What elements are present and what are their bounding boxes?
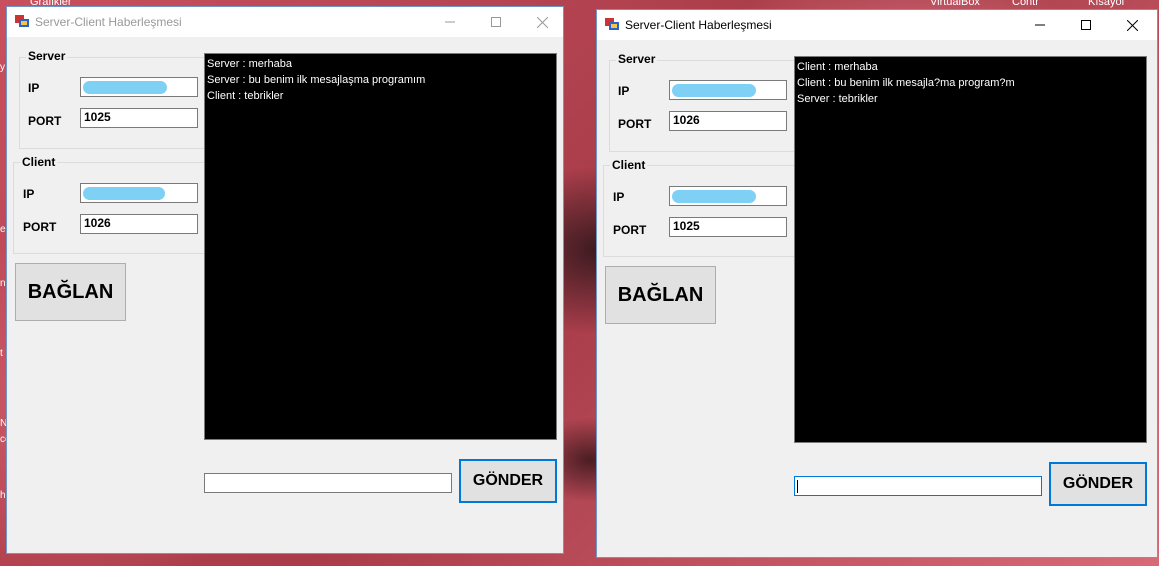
- redaction-mark: [83, 81, 167, 94]
- desktop-icon-label[interactable]: Contr: [1012, 0, 1039, 8]
- redaction-mark: [672, 190, 756, 203]
- client-ip-input[interactable]: [669, 186, 787, 206]
- log-line: Server : merhaba: [207, 58, 292, 70]
- message-log[interactable]: Server : merhaba Server : bu benim ilk m…: [204, 53, 557, 440]
- client-ip-input[interactable]: [80, 183, 198, 203]
- server-group-title: Server: [26, 49, 68, 63]
- message-log[interactable]: Client : merhaba Client : bu benim ilk m…: [794, 56, 1147, 443]
- server-client-window-1: Server-Client Haberleşmesi Server IP POR…: [6, 6, 564, 554]
- client-groupbox: [603, 165, 795, 257]
- desktop-icon-label: h: [0, 490, 6, 501]
- minimize-icon: [1035, 24, 1045, 26]
- title-bar[interactable]: Server-Client Haberleşmesi: [597, 10, 1157, 40]
- client-group-title: Client: [20, 155, 58, 169]
- desktop-icon-label: e: [0, 224, 6, 235]
- close-icon: [536, 16, 548, 28]
- close-button[interactable]: [1109, 10, 1155, 40]
- server-ip-label: IP: [618, 84, 630, 98]
- desktop-icon-label: n: [0, 278, 6, 289]
- maximize-button[interactable]: [473, 7, 519, 37]
- connect-button[interactable]: BAĞLAN: [605, 266, 716, 324]
- server-ip-label: IP: [28, 81, 40, 95]
- desktop-icon-label: t: [0, 348, 3, 359]
- window-title: Server-Client Haberleşmesi: [625, 18, 772, 32]
- server-port-label: PORT: [618, 117, 652, 131]
- client-group-title: Client: [610, 158, 648, 172]
- connect-button[interactable]: BAĞLAN: [15, 263, 126, 321]
- server-groupbox: [19, 57, 207, 149]
- server-ip-input[interactable]: [80, 77, 198, 97]
- send-button[interactable]: GÖNDER: [1049, 462, 1147, 506]
- client-port-input[interactable]: 1025: [669, 217, 787, 237]
- client-port-label: PORT: [613, 223, 647, 237]
- client-ip-label: IP: [613, 190, 625, 204]
- title-bar[interactable]: Server-Client Haberleşmesi: [7, 7, 563, 37]
- log-line: Client : merhaba: [797, 61, 878, 73]
- send-button[interactable]: GÖNDER: [459, 459, 557, 503]
- server-groupbox: [609, 60, 795, 152]
- close-icon: [1126, 19, 1138, 31]
- minimize-button[interactable]: [1017, 10, 1063, 40]
- maximize-icon: [491, 17, 501, 27]
- server-port-input[interactable]: 1025: [80, 108, 198, 128]
- minimize-button[interactable]: [427, 7, 473, 37]
- app-icon: [15, 15, 29, 27]
- desktop-icon-label: y: [0, 62, 5, 73]
- close-button[interactable]: [519, 7, 565, 37]
- server-client-window-2: Server-Client Haberleşmesi Server IP POR…: [596, 9, 1158, 558]
- window-title: Server-Client Haberleşmesi: [35, 15, 182, 29]
- server-group-title: Server: [616, 52, 658, 66]
- minimize-icon: [445, 21, 455, 23]
- log-line: Client : tebrikler: [207, 90, 284, 102]
- desktop-icon-label[interactable]: Kısayol: [1088, 0, 1124, 8]
- app-icon: [605, 18, 619, 30]
- client-port-label: PORT: [23, 220, 57, 234]
- server-ip-input[interactable]: [669, 80, 787, 100]
- desktop-icon-label[interactable]: VirtualBox: [930, 0, 980, 8]
- text-caret: [797, 480, 798, 493]
- message-input[interactable]: [794, 476, 1042, 496]
- maximize-button[interactable]: [1063, 10, 1109, 40]
- server-port-input[interactable]: 1026: [669, 111, 787, 131]
- client-groupbox: [13, 162, 207, 254]
- message-input[interactable]: [204, 473, 452, 493]
- log-line: Server : bu benim ilk mesajlaşma program…: [207, 74, 426, 86]
- client-ip-label: IP: [23, 187, 35, 201]
- log-line: Server : tebrikler: [797, 93, 878, 105]
- client-port-input[interactable]: 1026: [80, 214, 198, 234]
- redaction-mark: [83, 187, 165, 200]
- redaction-mark: [672, 84, 756, 97]
- maximize-icon: [1081, 20, 1091, 30]
- log-line: Client : bu benim ilk mesajla?ma program…: [797, 77, 1015, 89]
- server-port-label: PORT: [28, 114, 62, 128]
